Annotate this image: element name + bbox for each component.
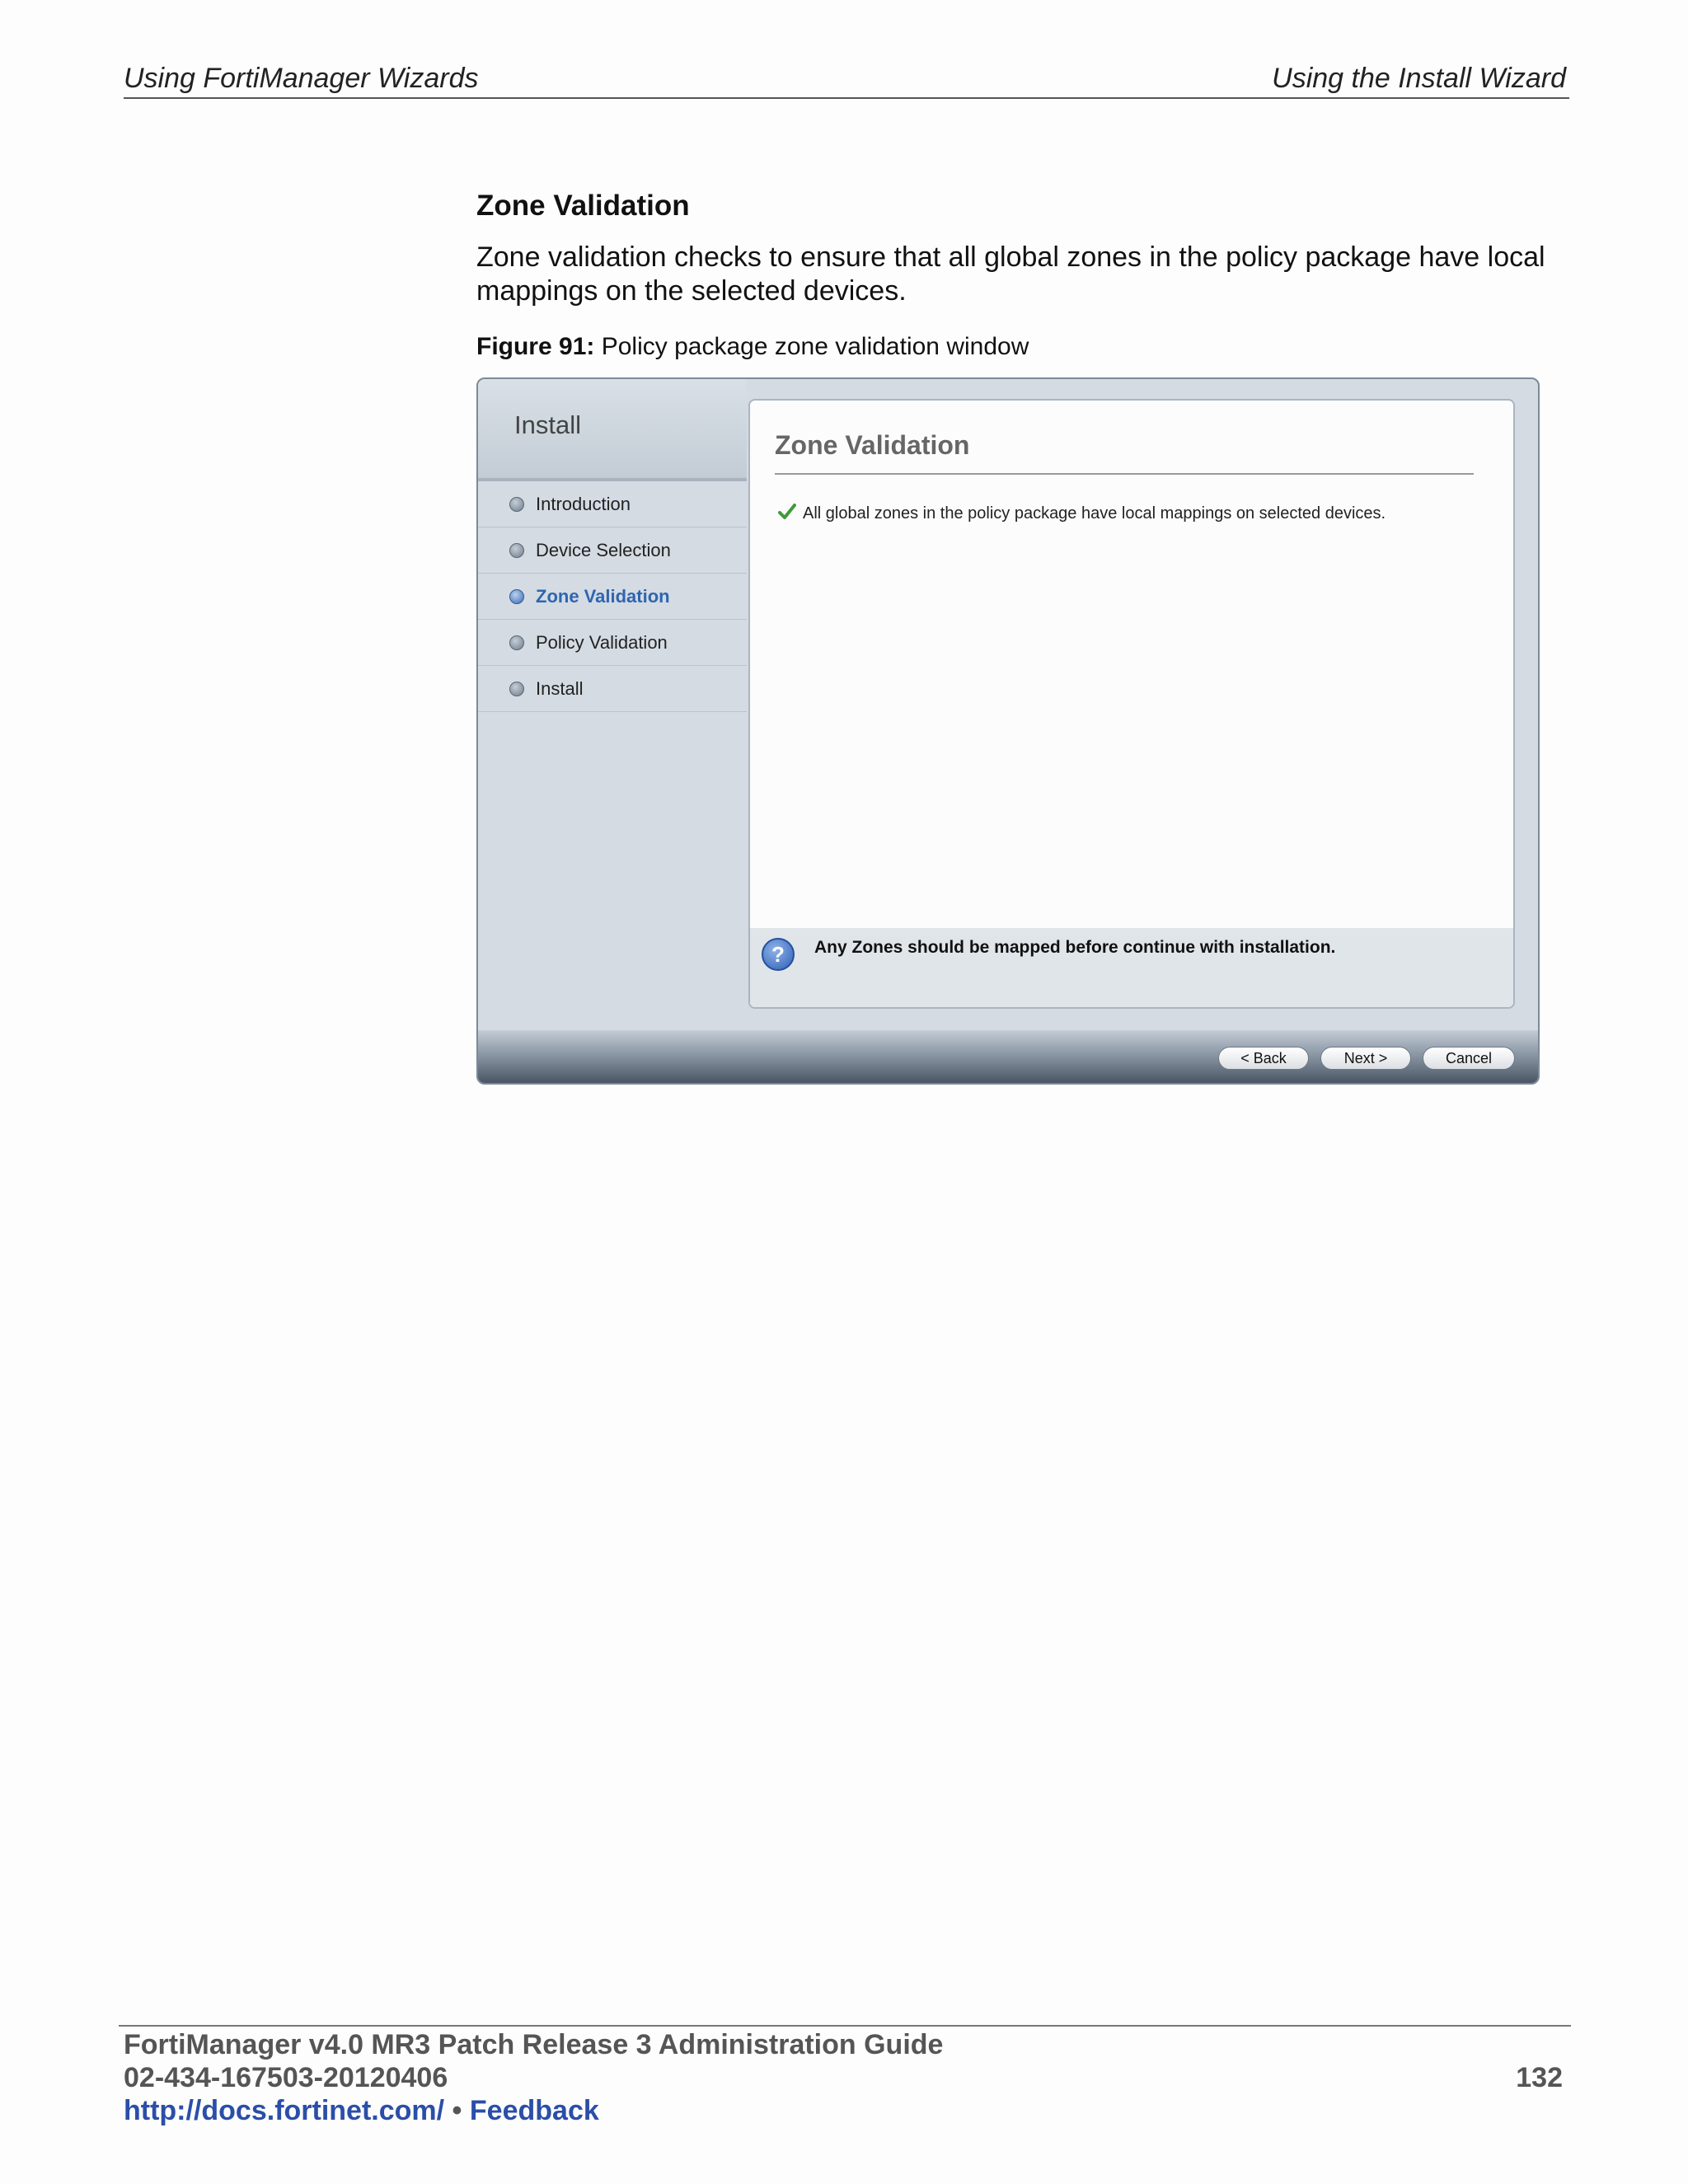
guide-title: FortiManager v4.0 MR3 Patch Release 3 Ad…: [124, 2029, 944, 2060]
cancel-button[interactable]: Cancel: [1423, 1047, 1515, 1070]
step-label: Install: [536, 678, 584, 699]
footer-links: http://docs.fortinet.com/ • Feedback: [124, 2095, 599, 2127]
figure-caption-text: Policy package zone validation window: [601, 333, 1029, 360]
step-bullet-icon: [509, 543, 524, 558]
wizard-steps: Introduction Device Selection Zone Valid…: [478, 481, 747, 712]
step-bullet-icon: [509, 635, 524, 650]
page-number: 132: [1516, 2062, 1563, 2093]
step-policy-validation[interactable]: Policy Validation: [478, 620, 747, 666]
content-title-rule: [775, 473, 1474, 475]
docs-link[interactable]: http://docs.fortinet.com/: [124, 2095, 444, 2126]
step-label: Zone Validation: [536, 586, 670, 607]
install-wizard-window: Install Introduction Device Selection Zo…: [476, 377, 1540, 1085]
help-question-icon: ?: [762, 938, 795, 971]
section-body: Zone validation checks to ensure that al…: [476, 241, 1545, 307]
running-header-left: Using FortiManager Wizards: [124, 63, 479, 94]
wizard-button-bar: < Back Next > Cancel: [478, 1030, 1538, 1083]
note-bar: ? Any Zones should be mapped before cont…: [750, 928, 1513, 1007]
link-separator: •: [452, 2095, 462, 2126]
step-zone-validation[interactable]: Zone Validation: [478, 574, 747, 620]
back-button[interactable]: < Back: [1218, 1047, 1309, 1070]
footer-rule: [119, 2025, 1571, 2027]
note-text: Any Zones should be mapped before contin…: [814, 938, 1336, 957]
wizard-side-title: Install: [514, 410, 581, 439]
wizard-content-panel: Zone Validation All global zones in the …: [748, 399, 1515, 1009]
content-title: Zone Validation: [775, 430, 970, 460]
section-title: Zone Validation: [476, 190, 690, 222]
step-bullet-icon: [509, 682, 524, 696]
figure-caption: Figure 91: Policy package zone validatio…: [476, 333, 1029, 361]
running-header-right: Using the Install Wizard: [1272, 63, 1566, 94]
feedback-link[interactable]: Feedback: [470, 2095, 599, 2126]
step-device-selection[interactable]: Device Selection: [478, 527, 747, 574]
step-bullet-icon: [509, 589, 524, 604]
step-label: Introduction: [536, 494, 631, 514]
figure-label: Figure 91:: [476, 333, 595, 360]
next-button[interactable]: Next >: [1320, 1047, 1411, 1070]
header-rule: [124, 97, 1569, 99]
validation-status-message: All global zones in the policy package h…: [803, 504, 1386, 523]
doc-number: 02-434-167503-20120406: [124, 2062, 448, 2093]
checkmark-icon: [778, 504, 796, 519]
step-label: Policy Validation: [536, 632, 668, 653]
step-label: Device Selection: [536, 540, 671, 560]
step-introduction[interactable]: Introduction: [478, 481, 747, 527]
step-install[interactable]: Install: [478, 666, 747, 712]
step-bullet-icon: [509, 497, 524, 512]
wizard-side-header: Install: [478, 379, 747, 481]
